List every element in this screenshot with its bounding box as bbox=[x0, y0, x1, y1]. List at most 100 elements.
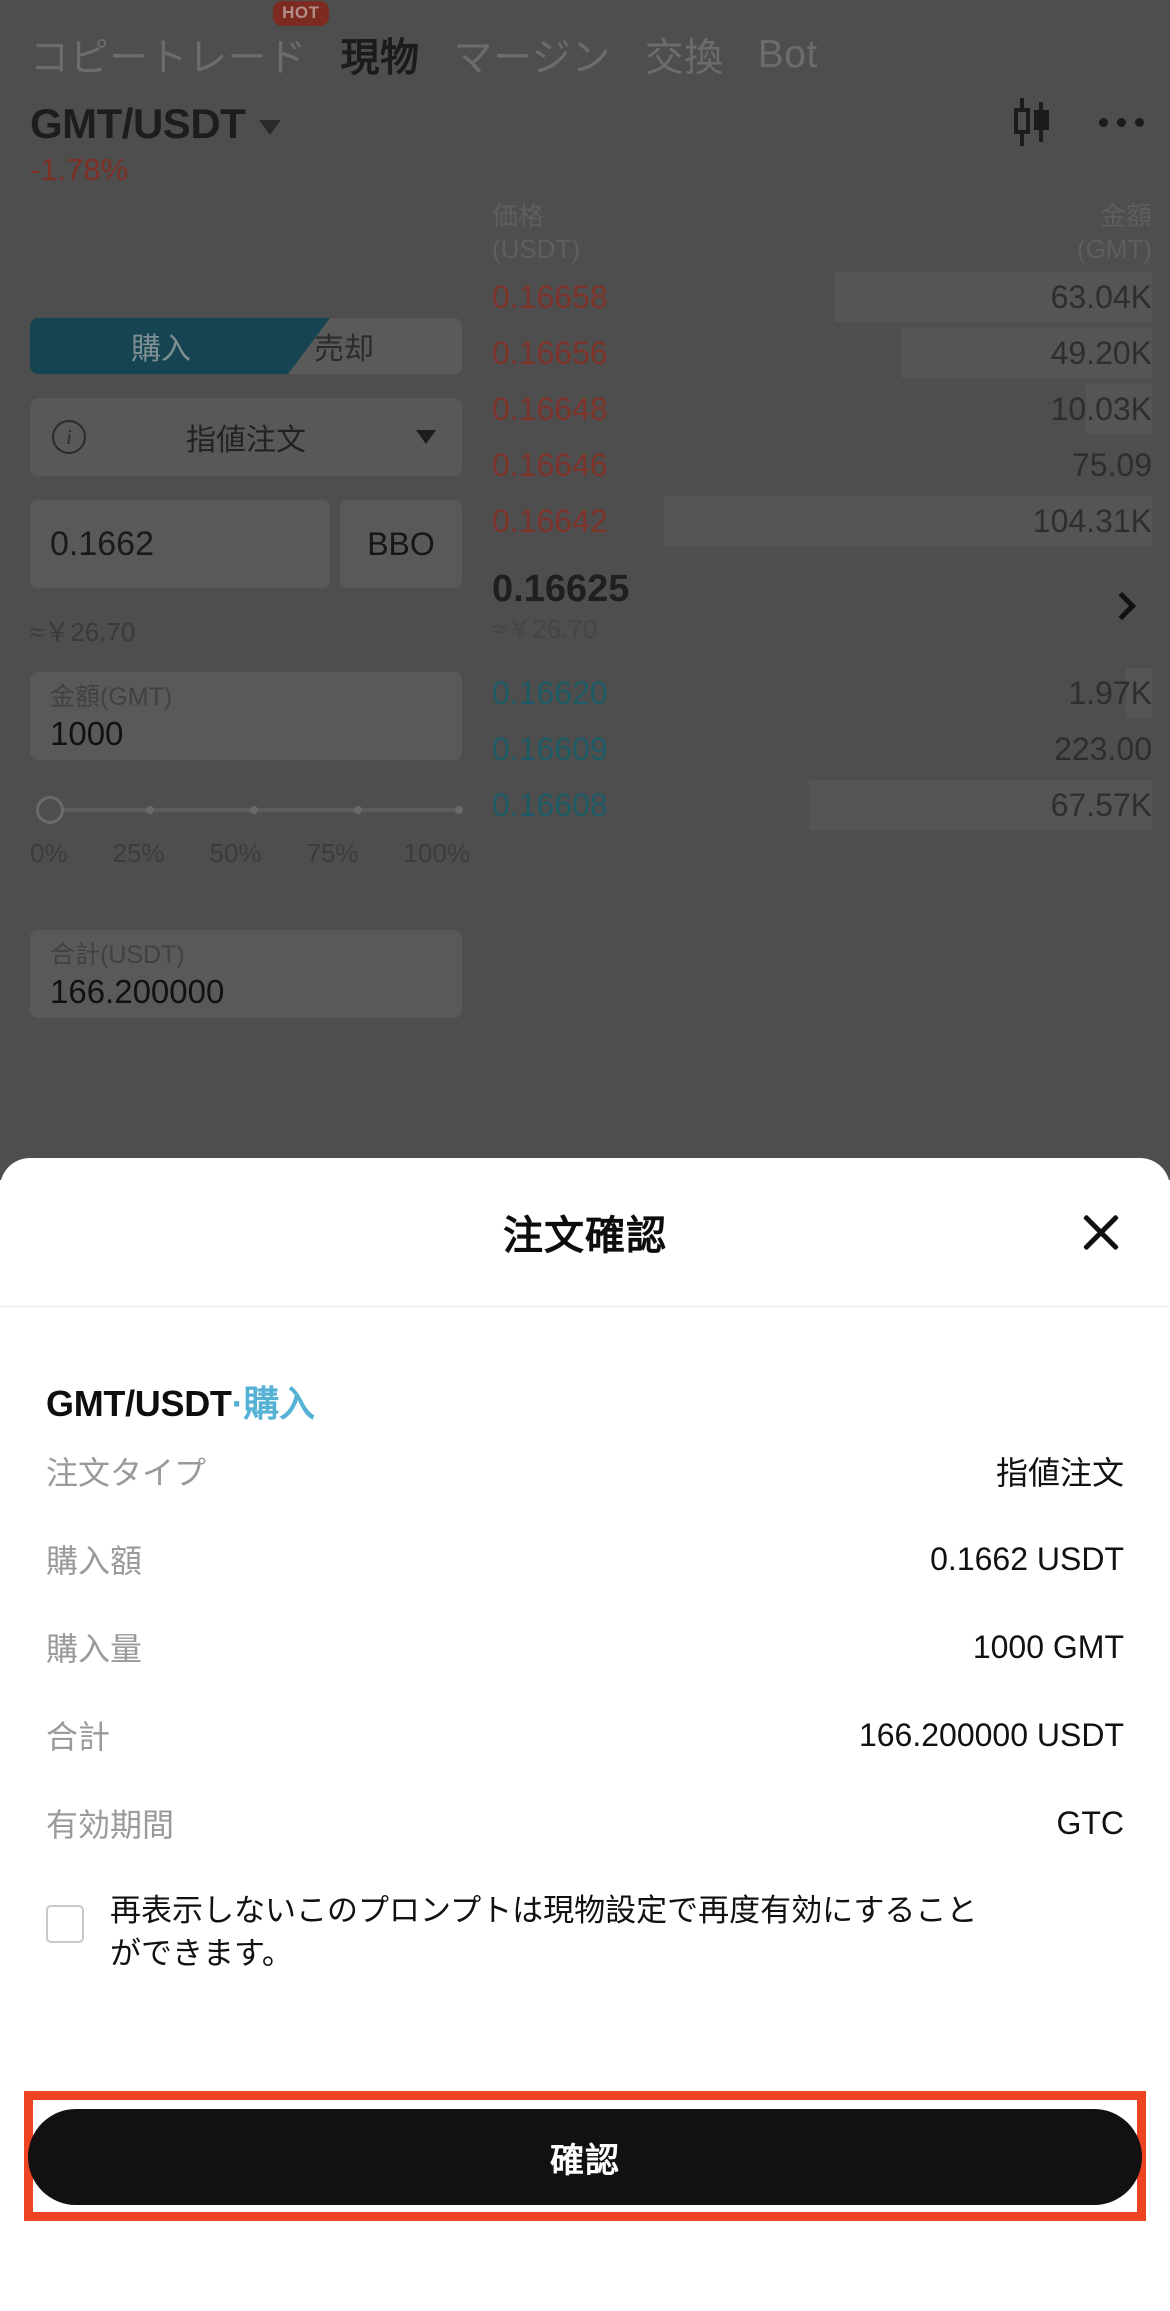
orderbook-header: 価格 (USDT) 金額 (GMT) bbox=[492, 200, 1152, 266]
ask-price: 0.16656 bbox=[492, 334, 608, 371]
chevron-down-icon bbox=[259, 119, 282, 135]
total-input[interactable]: 合計(USDT) 166.200000 bbox=[30, 930, 462, 1018]
detail-row-buy-amount: 購入量 1000 GMT bbox=[46, 1603, 1124, 1691]
trading-screen-backdrop: コピートレード HOT 現物 マージン 交換 Bot GMT/USDT -1.7… bbox=[0, 0, 1170, 1180]
detail-key: 有効期間 bbox=[46, 1807, 175, 1843]
close-icon[interactable] bbox=[1078, 1209, 1124, 1255]
sell-tab-label: 売却 bbox=[314, 333, 374, 366]
modal-body: GMT/USDT·購入 注文タイプ 指値注文 購入額 0.1662 USDT 購… bbox=[0, 1375, 1170, 1975]
last-price-value: 0.16625 bbox=[492, 568, 630, 610]
detail-row-buy-price: 購入額 0.1662 USDT bbox=[46, 1515, 1124, 1603]
price-input[interactable]: 0.1662 bbox=[30, 500, 330, 588]
price-change-percent: -1.78% bbox=[30, 152, 129, 187]
tab-convert-label: 交換 bbox=[644, 37, 724, 80]
ask-price: 0.16648 bbox=[492, 390, 608, 427]
detail-value: 指値注文 bbox=[995, 1455, 1124, 1491]
ask-amount: 10.03K bbox=[1050, 390, 1152, 427]
order-type-select[interactable]: i 指値注文 bbox=[30, 398, 462, 476]
ask-amount: 104.31K bbox=[1032, 502, 1152, 539]
app-root: コピートレード HOT 現物 マージン 交換 Bot GMT/USDT -1.7… bbox=[0, 0, 1170, 2311]
bid-amount: 67.57K bbox=[1050, 786, 1152, 823]
price-input-value: 0.1662 bbox=[50, 524, 154, 563]
orderbook-bid-row[interactable]: 0.16609 223.00 bbox=[492, 724, 1152, 774]
dont-show-again-label: 再表示しないこのプロンプトは現物設定で再度有効にすることができます。 bbox=[110, 1893, 978, 1971]
confirm-button-label: 確認 bbox=[550, 2141, 620, 2180]
order-type-label: 指値注文 bbox=[186, 424, 306, 457]
orderbook-ask-row[interactable]: 0.16646 75.09 bbox=[492, 440, 1152, 490]
ask-price: 0.16642 bbox=[492, 502, 608, 539]
orderbook-ask-row[interactable]: 0.16648 10.03K bbox=[492, 384, 1152, 434]
detail-row-order-type: 注文タイプ 指値注文 bbox=[46, 1427, 1124, 1515]
slider-label-100: 100% bbox=[403, 838, 470, 868]
bid-price: 0.16608 bbox=[492, 786, 608, 823]
detail-key: 購入額 bbox=[46, 1543, 143, 1579]
detail-key: 購入量 bbox=[46, 1631, 143, 1667]
candlestick-chart-icon[interactable] bbox=[1009, 98, 1051, 146]
orderbook-col-amount-unit: (GMT) bbox=[1076, 234, 1152, 264]
orderbook-col-price: 価格 bbox=[492, 201, 545, 231]
amount-input-value: 1000 bbox=[50, 715, 124, 752]
orderbook-ask-row[interactable]: 0.16642 104.31K bbox=[492, 496, 1152, 546]
bbo-button[interactable]: BBO bbox=[340, 500, 462, 588]
tab-spot[interactable]: 現物 bbox=[341, 27, 420, 83]
detail-value: 1000 GMT bbox=[972, 1628, 1124, 1665]
slider-label-0: 0% bbox=[30, 838, 68, 868]
info-icon[interactable]: i bbox=[52, 420, 86, 454]
dont-show-again-checkbox[interactable] bbox=[46, 1905, 84, 1943]
price-approx-fiat: ≈￥26.70 bbox=[30, 617, 136, 647]
confirm-button[interactable]: 確認 bbox=[28, 2109, 1142, 2205]
buy-tab-label: 購入 bbox=[131, 333, 191, 366]
amount-input[interactable]: 金額(GMT) 1000 bbox=[30, 672, 462, 760]
bid-price: 0.16609 bbox=[492, 730, 608, 767]
tab-copy-trade-label: コピートレード bbox=[30, 37, 307, 80]
modal-side: 購入 bbox=[243, 1383, 315, 1424]
detail-value: GTC bbox=[1056, 1804, 1124, 1841]
bbo-label: BBO bbox=[367, 525, 435, 562]
orderbook-col-amount: 金額 bbox=[1099, 201, 1152, 231]
tab-spot-label: 現物 bbox=[340, 37, 420, 80]
orderbook-last-price[interactable]: 0.16625 ≈￥26.70 bbox=[492, 550, 1152, 662]
ask-amount: 75.09 bbox=[1071, 446, 1152, 483]
slider-knob[interactable] bbox=[36, 796, 64, 824]
bid-price: 0.16620 bbox=[492, 674, 608, 711]
orderbook-bid-row[interactable]: 0.16608 67.57K bbox=[492, 780, 1152, 830]
detail-row-total: 合計 166.200000 USDT bbox=[46, 1691, 1124, 1779]
total-input-value: 166.200000 bbox=[50, 973, 225, 1010]
detail-key: 合計 bbox=[46, 1719, 111, 1755]
pair-selector[interactable]: GMT/USDT bbox=[30, 100, 282, 148]
dont-show-again-row[interactable]: 再表示しないこのプロンプトは現物設定で再度有効にすることができます。 bbox=[46, 1889, 1124, 1975]
amount-input-label: 金額(GMT) bbox=[50, 683, 173, 711]
slider-tick-75 bbox=[354, 806, 362, 814]
orderbook-ask-row[interactable]: 0.16658 63.04K bbox=[492, 272, 1152, 322]
tab-convert[interactable]: 交換 bbox=[645, 27, 724, 83]
slider-label-50: 50% bbox=[209, 838, 262, 868]
bid-amount: 1.97K bbox=[1068, 674, 1152, 711]
tab-bot[interactable]: Bot bbox=[758, 33, 818, 77]
detail-row-time-in-force: 有効期間 GTC bbox=[46, 1779, 1124, 1867]
slider-tick-100 bbox=[455, 806, 463, 814]
orderbook-bid-row[interactable]: 0.16620 1.97K bbox=[492, 668, 1152, 718]
last-price-fiat: ≈￥26.70 bbox=[492, 614, 598, 644]
top-tab-bar: コピートレード HOT 現物 マージン 交換 Bot bbox=[0, 0, 1170, 110]
bid-amount: 223.00 bbox=[1054, 730, 1152, 767]
more-options-icon[interactable] bbox=[1099, 117, 1144, 127]
buy-tab[interactable]: 購入 bbox=[30, 318, 330, 374]
tab-bot-label: Bot bbox=[757, 33, 818, 76]
tab-margin[interactable]: マージン bbox=[454, 27, 611, 83]
detail-key: 注文タイプ bbox=[46, 1455, 207, 1491]
ask-amount: 49.20K bbox=[1050, 334, 1152, 371]
orderbook-ask-row[interactable]: 0.16656 49.20K bbox=[492, 328, 1152, 378]
chevron-down-icon bbox=[416, 430, 436, 444]
slider-tick-50 bbox=[250, 806, 258, 814]
ask-price: 0.16658 bbox=[492, 278, 608, 315]
slider-label-25: 25% bbox=[112, 838, 165, 868]
percent-slider[interactable] bbox=[30, 790, 463, 830]
detail-value: 166.200000 USDT bbox=[858, 1716, 1124, 1753]
pair-name: GMT/USDT bbox=[30, 100, 246, 147]
chevron-right-icon[interactable] bbox=[1107, 591, 1137, 621]
modal-title: 注文確認 bbox=[503, 1214, 667, 1258]
slider-tick-25 bbox=[146, 806, 154, 814]
tab-copy-trade[interactable]: コピートレード HOT bbox=[30, 1, 329, 83]
orderbook: 価格 (USDT) 金額 (GMT) 0.16658 63.04K 0.1665… bbox=[492, 200, 1152, 830]
modal-pair: GMT/USDT bbox=[46, 1383, 232, 1424]
